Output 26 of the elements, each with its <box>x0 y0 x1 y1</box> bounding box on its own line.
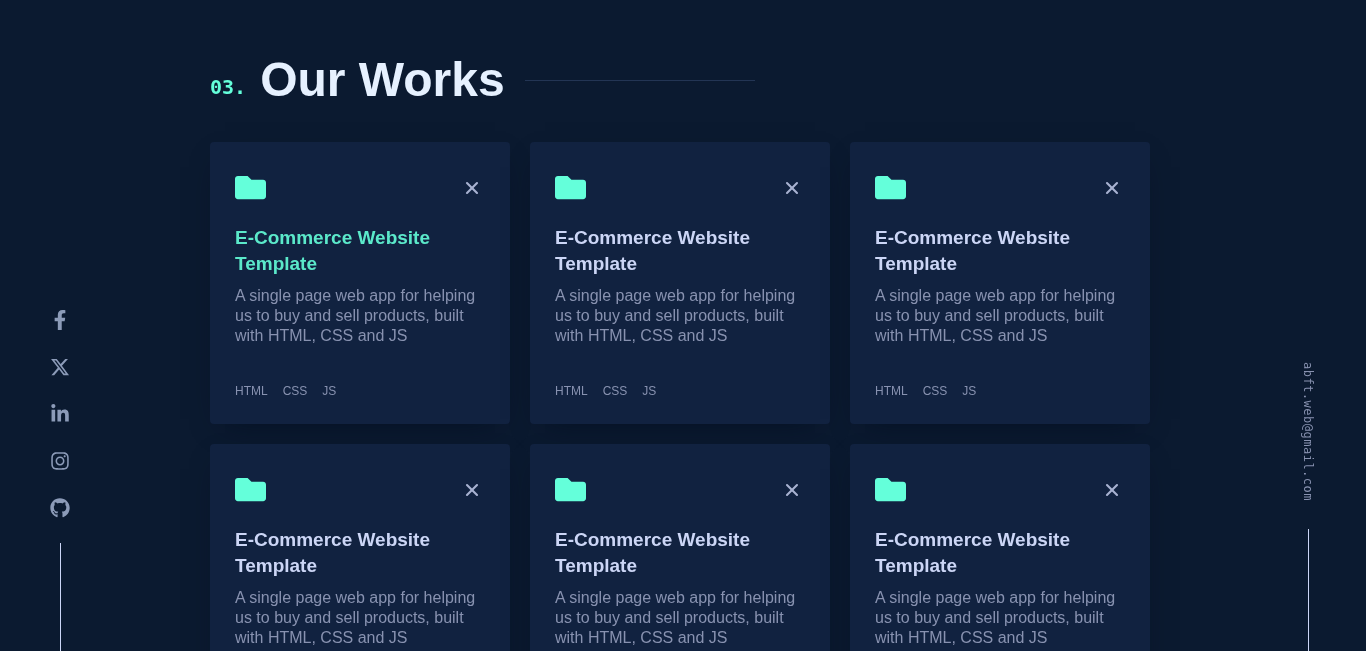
project-description: A single page web app for helping us to buy and sell products, built with HTML, CSS and JS <box>555 286 797 346</box>
project-description: A single page web app for helping us to buy and sell products, built with HTML, CSS and JS <box>875 286 1117 346</box>
project-title[interactable]: E-Commerce Website Template <box>555 527 805 579</box>
project-title[interactable]: E-Commerce Website Template <box>875 225 1125 277</box>
project-title[interactable]: E-Commerce Website Template <box>235 225 485 277</box>
tech-tag: CSS <box>922 384 948 398</box>
tech-tag: HTML <box>875 384 908 398</box>
tech-tag: JS <box>962 384 977 398</box>
tech-tag: CSS <box>602 384 628 398</box>
tech-tag: HTML <box>555 384 588 398</box>
tech-tag: HTML <box>235 384 268 398</box>
github-icon[interactable] <box>48 496 72 520</box>
section-number: 03. <box>210 75 247 99</box>
project-title[interactable]: E-Commerce Website Template <box>235 527 485 579</box>
project-description: A single page web app for helping us to buy and sell products, built with HTML, CSS and JS <box>875 588 1117 648</box>
tech-tag: CSS <box>282 384 308 398</box>
project-description: A single page web app for helping us to buy and sell products, built with HTML, CSS and JS <box>235 588 477 648</box>
project-description: A single page web app for helping us to buy and sell products, built with HTML, CSS and JS <box>555 588 797 648</box>
section-title: Our Works <box>260 52 505 108</box>
project-description: A single page web app for helping us to buy and sell products, built with HTML, CSS and JS <box>235 286 477 346</box>
project-title[interactable]: E-Commerce Website Template <box>875 527 1125 579</box>
email-link[interactable]: abft.web@gmail.com <box>1301 362 1315 502</box>
instagram-icon[interactable] <box>48 449 72 473</box>
tech-tag: JS <box>322 384 337 398</box>
tech-tag: JS <box>642 384 657 398</box>
project-title[interactable]: E-Commerce Website Template <box>555 225 805 277</box>
